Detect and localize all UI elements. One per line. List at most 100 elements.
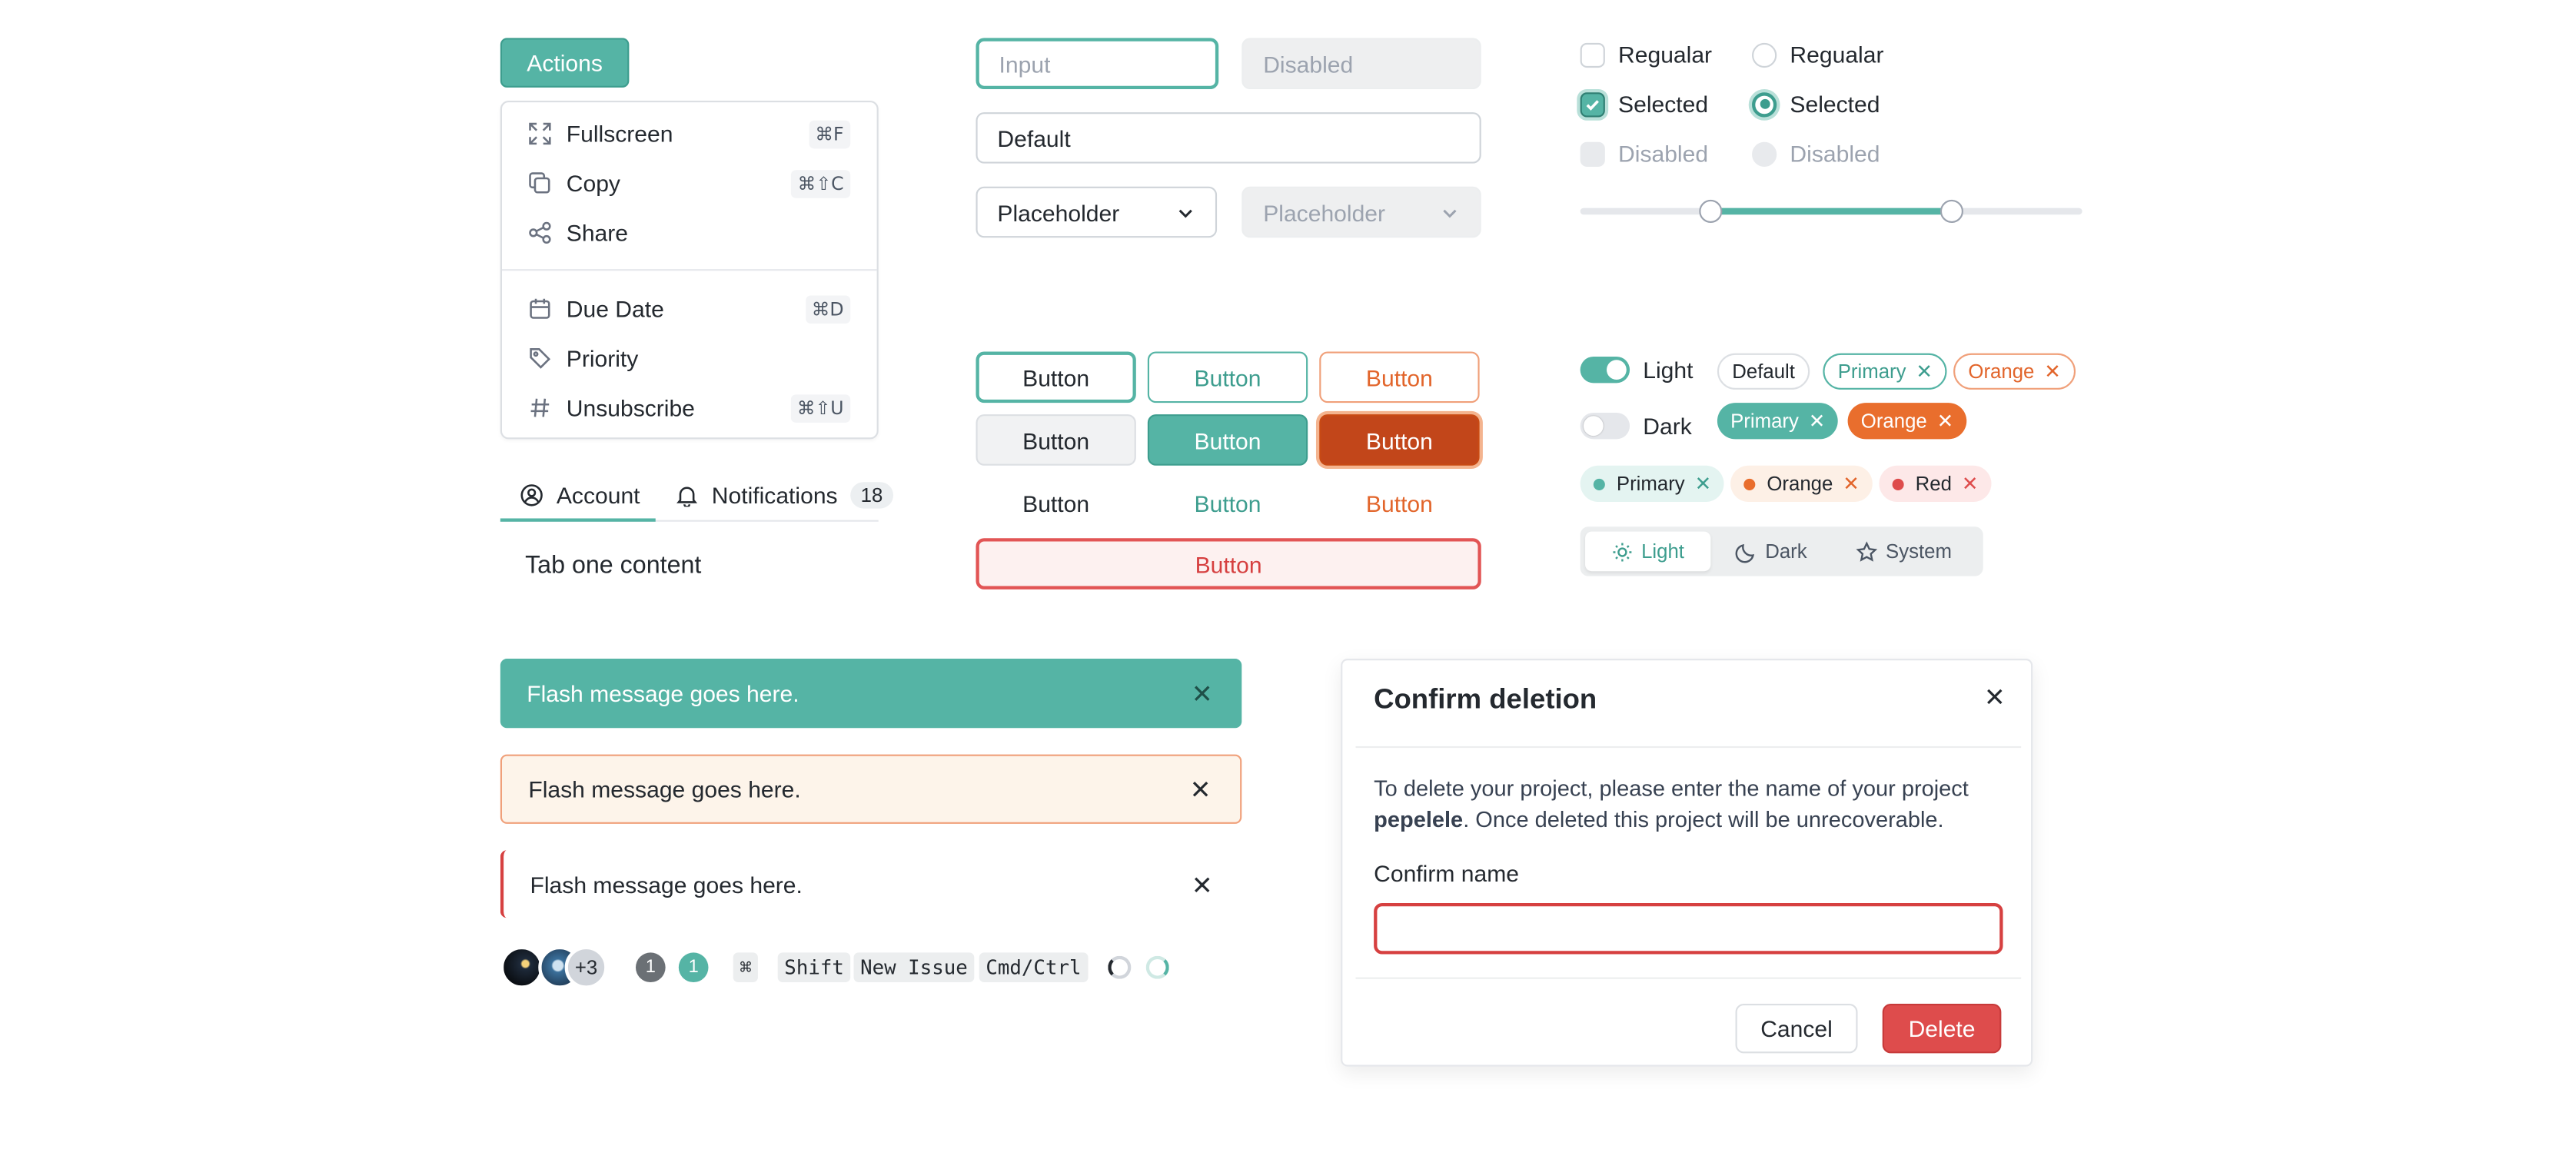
tag-icon <box>528 347 551 370</box>
menu-item-fullscreen[interactable]: Fullscreen ⌘F <box>502 109 877 158</box>
actions-menu: Fullscreen ⌘F Copy ⌘⇧C Share Due Date ⌘D… <box>500 101 879 440</box>
loading-spinner <box>1108 955 1132 979</box>
button-ghost-orange[interactable]: Button <box>1319 477 1479 529</box>
button-ghost-primary[interactable]: Button <box>1148 477 1308 529</box>
text-input-focused[interactable]: Input <box>976 38 1219 89</box>
close-icon[interactable] <box>1985 687 2005 707</box>
dialog-title: Confirm deletion <box>1374 683 1597 716</box>
radio-disabled: Disabled <box>1752 138 1880 168</box>
dialog-body-prefix: To delete your project, please enter the… <box>1374 775 1969 801</box>
segment-system[interactable]: System <box>1856 532 1952 572</box>
close-icon[interactable]: ✕ <box>2044 360 2061 383</box>
tag-primary-outline: Primary ✕ <box>1823 353 1948 390</box>
theme-segmented-control: Light Dark System <box>1580 526 1983 576</box>
tag-label: Orange <box>1968 360 2035 384</box>
close-icon[interactable] <box>1192 874 1212 894</box>
status-dot <box>1892 477 1904 490</box>
range-slider-thumb-low[interactable] <box>1699 199 1723 223</box>
button-danger[interactable]: Button <box>976 538 1481 589</box>
delete-button[interactable]: Delete <box>1882 1003 2002 1054</box>
checkbox-box[interactable] <box>1580 91 1605 117</box>
radio-circle[interactable] <box>1752 91 1777 117</box>
menu-item-copy[interactable]: Copy ⌘⇧C <box>502 158 877 208</box>
avatar-overflow-count[interactable]: +3 <box>564 945 608 989</box>
close-icon[interactable]: ✕ <box>1695 472 1712 495</box>
close-icon[interactable]: ✕ <box>1916 360 1933 383</box>
checkbox-label: Disabled <box>1618 140 1709 167</box>
segment-label: System <box>1886 540 1952 563</box>
input-value: Default <box>997 125 1071 151</box>
input-placeholder: Disabled <box>1263 50 1354 77</box>
shortcut-hint: ⌘⇧U <box>790 394 851 422</box>
menu-item-share[interactable]: Share <box>502 208 877 257</box>
button-outline-primary[interactable]: Button <box>1147 351 1308 403</box>
checkbox-regular[interactable]: Regualar <box>1580 40 1712 70</box>
checkbox-box[interactable] <box>1580 42 1605 67</box>
close-icon[interactable]: ✕ <box>1937 410 1954 433</box>
close-icon[interactable] <box>1191 779 1211 799</box>
tag-label: Orange <box>1767 472 1833 496</box>
tag-label: Primary <box>1616 472 1685 496</box>
tab-notifications[interactable]: Notifications 18 <box>676 469 893 522</box>
close-icon[interactable]: ✕ <box>1843 472 1860 495</box>
confirm-name-input[interactable] <box>1374 902 2003 955</box>
toggle-label: Light <box>1643 356 1694 384</box>
menu-item-due-date[interactable]: Due Date ⌘D <box>502 284 877 333</box>
radio-label: Selected <box>1790 91 1880 118</box>
segment-label: Dark <box>1765 540 1807 563</box>
button-default[interactable]: Button <box>976 414 1136 466</box>
tab-bar: Account Notifications 18 <box>500 469 893 522</box>
segment-dark[interactable]: Dark <box>1735 532 1807 572</box>
text-input-default[interactable]: Default <box>976 112 1481 164</box>
flash-message: Flash message goes here. <box>527 679 799 707</box>
tab-account[interactable]: Account <box>520 469 640 522</box>
tag-default: Default <box>1717 353 1810 390</box>
close-icon[interactable]: ✕ <box>1809 410 1826 433</box>
toggle-switch[interactable] <box>1580 413 1630 440</box>
kbd-cmd: ⌘ <box>733 952 759 983</box>
menu-item-unsubscribe[interactable]: Unsubscribe ⌘⇧U <box>502 383 877 432</box>
counter-badge-primary: 1 <box>678 952 709 983</box>
menu-item-priority[interactable]: Priority <box>502 334 877 383</box>
button-primary[interactable]: Button <box>1147 414 1308 466</box>
radio-regular[interactable]: Regualar <box>1752 40 1883 70</box>
star-icon <box>1856 540 1878 562</box>
close-icon[interactable]: ✕ <box>1962 472 1979 495</box>
tag-orange-subtle: Orange ✕ <box>1730 465 1873 502</box>
button-outline-focused[interactable]: Button <box>976 351 1136 403</box>
kbd-cmd-ctrl: Cmd/Ctrl <box>979 952 1089 983</box>
select-placeholder: Placeholder <box>1263 198 1386 226</box>
moon-icon <box>1735 540 1757 563</box>
button-orange-focused[interactable]: Button <box>1319 414 1480 466</box>
kbd-shift: Shift <box>777 952 851 983</box>
status-dot <box>1743 477 1756 490</box>
avatar[interactable] <box>500 945 543 989</box>
copy-icon <box>528 171 551 194</box>
segment-light[interactable]: Light <box>1585 531 1711 572</box>
tag-primary-solid: Primary ✕ <box>1717 403 1839 440</box>
toggle-switch[interactable] <box>1580 356 1630 384</box>
cancel-button[interactable]: Cancel <box>1735 1003 1858 1054</box>
actions-button[interactable]: Actions <box>500 38 630 88</box>
counter-badge-gray: 1 <box>635 952 666 983</box>
button-outline-orange[interactable]: Button <box>1319 351 1480 403</box>
flash-warning: Flash message goes here. <box>500 754 1242 824</box>
share-icon <box>528 221 551 244</box>
range-slider-thumb-high[interactable] <box>1939 199 1963 223</box>
menu-item-label: Due Date <box>566 295 664 322</box>
close-icon[interactable] <box>1192 683 1212 703</box>
checkbox-selected[interactable]: Selected <box>1580 89 1708 119</box>
menu-item-label: Copy <box>566 170 620 197</box>
radio-selected[interactable]: Selected <box>1752 89 1880 119</box>
radio-circle[interactable] <box>1752 42 1777 67</box>
project-name: pepelele <box>1374 807 1464 832</box>
button-ghost[interactable]: Button <box>976 477 1135 529</box>
select-placeholder: Placeholder <box>997 198 1120 226</box>
select-dropdown[interactable]: Placeholder <box>976 186 1218 238</box>
tag-orange-outline: Orange ✕ <box>1953 353 2076 390</box>
toggle-light[interactable]: Light <box>1580 354 1694 387</box>
user-circle-icon <box>520 483 543 506</box>
tag-label: Primary <box>1837 360 1906 384</box>
toggle-dark[interactable]: Dark <box>1580 410 1692 443</box>
dialog-body-suffix: . Once deleted this project will be unre… <box>1463 807 1944 832</box>
